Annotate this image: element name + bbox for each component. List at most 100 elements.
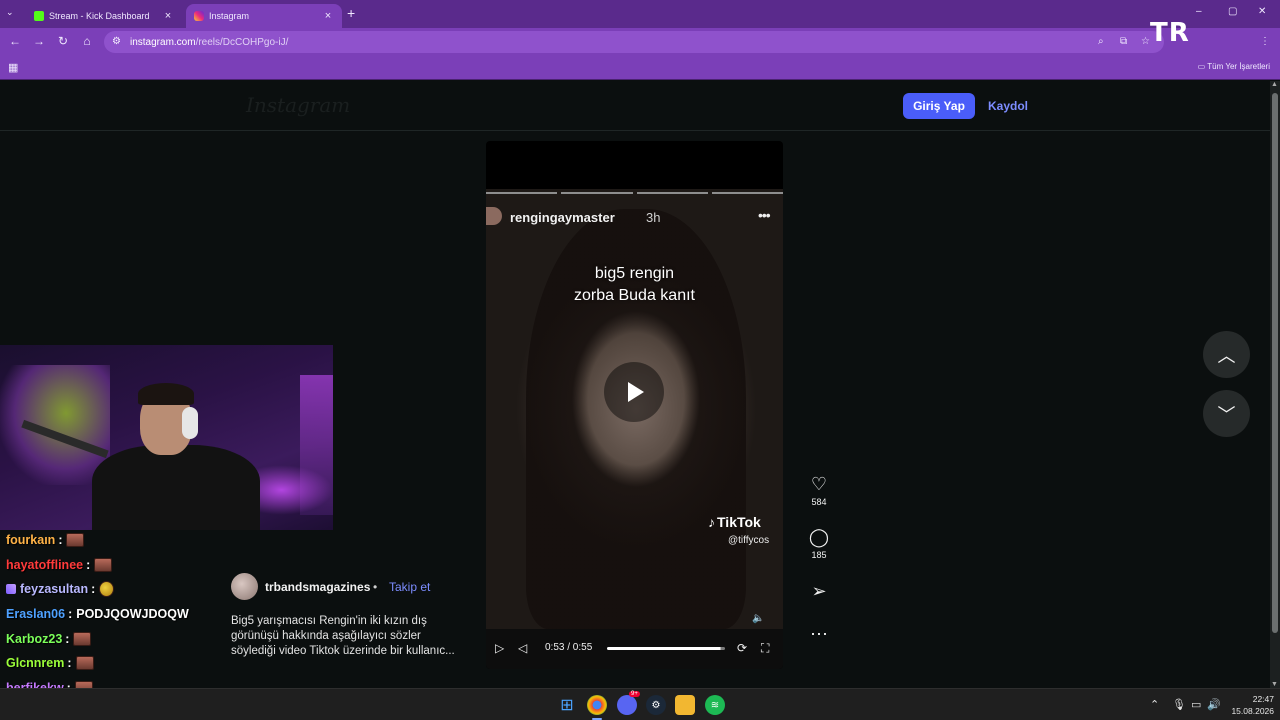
- chat-message: fourkaın:: [6, 528, 236, 553]
- chat-separator: :: [91, 582, 96, 597]
- bookmark-star-icon[interactable]: ☆: [1141, 36, 1150, 47]
- scroll-up-arrow-icon[interactable]: ▲: [1271, 81, 1278, 88]
- url-path: /reels/DcCOHPgo-iJ/: [195, 36, 289, 48]
- steam-icon[interactable]: ⚙: [646, 695, 666, 715]
- microphone-icon[interactable]: 🎙: [1172, 698, 1186, 711]
- heart-icon[interactable]: ♡: [806, 474, 832, 494]
- close-tab-icon[interactable]: ×: [322, 10, 334, 22]
- site-info-icon[interactable]: ⚙: [112, 36, 121, 47]
- discord-badge: 9+: [629, 691, 640, 697]
- chat-message: feyzasultan:: [6, 577, 236, 602]
- chevron-down-icon: ﹀: [1217, 404, 1236, 425]
- chat-username[interactable]: hayatofflinee: [6, 558, 83, 572]
- tiktok-watermark: ♪ TikTok: [708, 514, 761, 530]
- next-reel-button[interactable]: ﹀: [1203, 390, 1250, 437]
- menu-icon[interactable]: ⋮: [1260, 36, 1270, 47]
- chrome-icon[interactable]: [587, 695, 607, 715]
- volume-icon[interactable]: 🔈: [752, 613, 764, 624]
- instagram-header: Instagram Giriş Yap Kaydol: [0, 81, 1270, 131]
- story-progress-bars: [486, 192, 783, 195]
- forward-button[interactable]: →: [31, 34, 47, 48]
- tab-instagram[interactable]: Instagram ×: [186, 4, 342, 28]
- taskbar-clock[interactable]: 22:47 15.08.2026: [1226, 693, 1274, 717]
- tab-label: Stream - Kick Dashboard: [49, 11, 150, 21]
- tr-overlay-logo: TR: [1150, 18, 1190, 48]
- home-button[interactable]: ⌂: [79, 34, 95, 48]
- chat-username[interactable]: feyzasultan: [20, 582, 88, 596]
- chat-message: hayatofflinee:: [6, 553, 236, 578]
- previous-reel-button[interactable]: ︿: [1203, 331, 1250, 378]
- streamer-hair: [138, 383, 194, 405]
- seek-bar[interactable]: [607, 647, 725, 650]
- chat-separator: :: [58, 533, 63, 548]
- login-button[interactable]: Giriş Yap: [903, 93, 975, 119]
- tab-kick-dashboard[interactable]: Stream - Kick Dashboard ×: [26, 4, 182, 28]
- streamer-body: [92, 445, 260, 530]
- playback-speed-icon[interactable]: ⟳: [737, 641, 747, 655]
- chat-username[interactable]: Glcnnrem: [6, 656, 64, 670]
- chat-separator: :: [68, 607, 73, 622]
- minimize-button[interactable]: –: [1196, 6, 1202, 17]
- apps-grid-icon[interactable]: ▦: [8, 61, 18, 74]
- more-dots-icon[interactable]: ⋯: [806, 624, 832, 644]
- share-action[interactable]: ➢: [806, 581, 832, 601]
- maximize-button[interactable]: ▢: [1228, 6, 1237, 17]
- video-controls: ▷ ◁ 0:53 / 0:55 ⟳ ⛶: [486, 629, 783, 669]
- background-plant: [0, 365, 110, 485]
- start-button-windows-icon[interactable]: ⊞: [557, 695, 577, 715]
- follow-button[interactable]: Takip et: [389, 580, 430, 594]
- chat-username[interactable]: fourkaın: [6, 533, 55, 547]
- new-tab-button[interactable]: +: [347, 5, 355, 21]
- chat-username[interactable]: Eraslan06: [6, 607, 65, 621]
- tray-overflow-icon[interactable]: ⌃: [1150, 698, 1159, 711]
- send-icon[interactable]: ➢: [806, 581, 832, 601]
- scrollbar-thumb[interactable]: [1272, 93, 1278, 633]
- comment-action[interactable]: ◯ 185: [806, 527, 832, 560]
- close-window-button[interactable]: ✕: [1258, 6, 1266, 17]
- comment-icon[interactable]: ◯: [806, 527, 832, 547]
- like-action[interactable]: ♡ 584: [806, 474, 832, 507]
- all-bookmarks-button[interactable]: ▭ Tüm Yer İşaretleri: [1198, 62, 1270, 71]
- close-tab-icon[interactable]: ×: [162, 10, 174, 22]
- display-icon[interactable]: ▭: [1191, 698, 1201, 711]
- more-action[interactable]: ⋯: [806, 624, 832, 644]
- spotify-icon[interactable]: ≋: [705, 695, 725, 715]
- cast-icon[interactable]: ⧉: [1120, 36, 1127, 47]
- separator-dot: •: [373, 580, 378, 594]
- chat-username[interactable]: Karboz23: [6, 632, 62, 646]
- back-button[interactable]: ←: [7, 34, 23, 48]
- play-icon[interactable]: ▷: [495, 641, 504, 655]
- fullscreen-icon[interactable]: ⛶: [761, 641, 769, 656]
- instagram-wordmark[interactable]: Instagram: [246, 93, 350, 117]
- author-username[interactable]: trbandsmagazines: [265, 580, 370, 594]
- caption-line: big5 rengin: [594, 265, 675, 282]
- discord-icon[interactable]: 9+: [617, 691, 640, 715]
- chat-emote-icon: [73, 631, 92, 646]
- signup-link[interactable]: Kaydol: [988, 99, 1028, 113]
- reel-player[interactable]: rengingaymaster 3h ••• big5 rengin zorba…: [486, 141, 783, 669]
- story-progress-segment: [486, 192, 558, 194]
- chat-emote-icon: [99, 581, 115, 598]
- comment-count: 185: [811, 550, 827, 560]
- clock-date: 15.08.2026: [1231, 706, 1274, 716]
- tab-search-icon[interactable]: ⌄: [6, 7, 14, 18]
- speaker-icon[interactable]: 🔊: [1207, 698, 1221, 711]
- time-display: 0:53 / 0:55: [545, 642, 593, 653]
- zoom-icon[interactable]: ⌕: [1098, 36, 1104, 47]
- url-field[interactable]: ⚙ instagram.com/reels/DcCOHPgo-iJ/: [104, 31, 1164, 53]
- reload-button[interactable]: ↻: [55, 34, 71, 48]
- tab-label: Instagram: [209, 11, 250, 21]
- streamer-webcam: [0, 345, 333, 530]
- all-bookmarks-label: Tüm Yer İşaretleri: [1207, 62, 1270, 71]
- file-explorer-icon[interactable]: [675, 695, 695, 715]
- mute-icon[interactable]: ◁: [518, 641, 527, 655]
- page-scrollbar[interactable]: ▲ ▼: [1270, 81, 1280, 688]
- play-button-overlay[interactable]: [604, 362, 664, 422]
- more-options-icon: •••: [758, 207, 771, 223]
- scroll-down-arrow-icon[interactable]: ▼: [1271, 681, 1278, 688]
- story-progress-segment: [561, 192, 633, 194]
- chat-separator: :: [65, 631, 70, 646]
- chat-message: Eraslan06: PODJQOWJDOQW: [6, 602, 236, 627]
- chevron-up-icon: ︿: [1217, 345, 1236, 366]
- chat-text: PODJQOWJDOQW: [76, 607, 189, 622]
